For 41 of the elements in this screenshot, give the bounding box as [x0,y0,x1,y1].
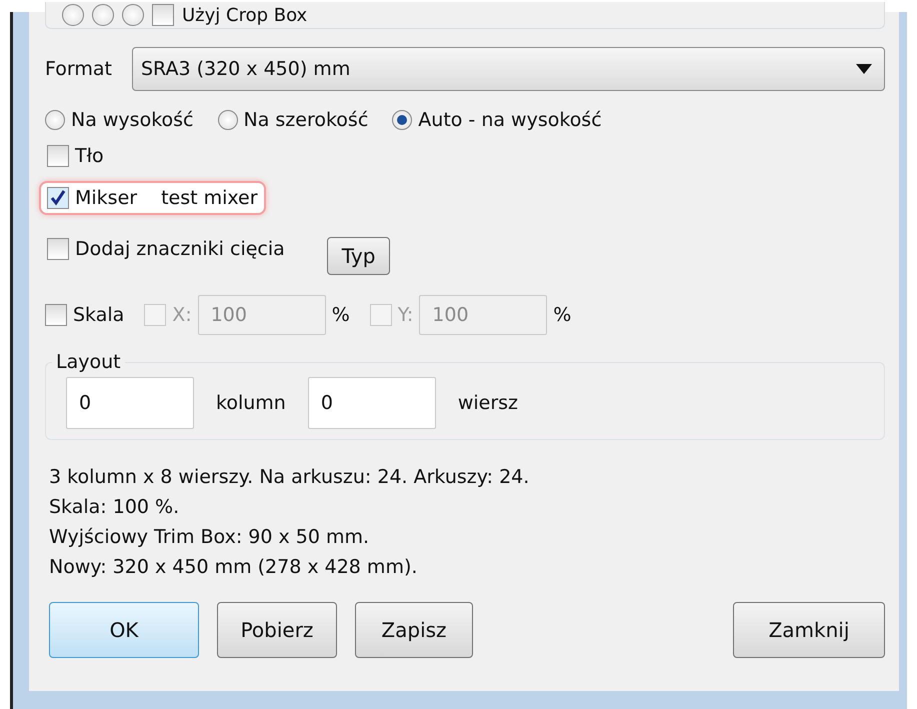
radio-button[interactable] [392,110,412,130]
format-dropdown[interactable]: SRA3 (320 x 450) mm [132,47,885,91]
percent-label: % [332,304,350,326]
axis-label: X: [172,304,192,326]
number-input[interactable]: 0 [308,377,436,429]
type-button[interactable]: Typ [326,237,390,275]
info-text: Wyjściowy Trim Box: 90 x 50 mm. [49,526,370,548]
dialog-button[interactable]: Zamknij [733,602,885,658]
percent-label: % [553,304,572,326]
radio-label: Auto - na wysokość [418,109,602,131]
checkbox-label: Dodaj znaczniki cięcia [75,238,285,260]
checkbox-label: Mikser [75,187,138,209]
dialog-button[interactable]: Zapisz [355,602,473,658]
radio-button[interactable] [92,4,114,26]
info-text: 3 kolumn x 8 wierszy. Na arkuszu: 24. Arkuszy: 24. [49,466,530,488]
radio-button[interactable] [62,4,84,26]
dialog-button[interactable]: Pobierz [217,602,337,658]
checkbox[interactable] [45,304,67,326]
number-input[interactable]: 0 [66,377,194,429]
checkbox[interactable] [47,238,69,260]
radio-button[interactable] [218,110,238,130]
dialog-button[interactable]: OK [49,602,199,658]
radio-button[interactable] [45,110,65,130]
caret-icon [856,64,872,74]
checkbox[interactable] [47,145,69,167]
checkbox-label: Skala [73,304,124,326]
axis-label: Y: [398,304,414,326]
group-title: Layout [55,351,122,373]
checkbox[interactable] [47,187,69,209]
info-text: Skala: 100 %. [49,496,180,518]
option-note: test mixer [161,187,258,209]
info-text: Nowy: 320 x 450 mm (278 x 428 mm). [49,556,418,578]
unit-label: wiersz [458,392,518,414]
radio-label: Na szerokość [244,109,368,131]
checkbox[interactable] [152,4,174,26]
unit-label: kolumn [216,392,286,414]
format-label: Format [45,58,112,80]
radio-button[interactable] [122,4,144,26]
checkbox-label: Użyj Crop Box [182,4,308,26]
checkbox-label: Tło [75,145,104,167]
radio-label: Na wysokość [71,109,194,131]
